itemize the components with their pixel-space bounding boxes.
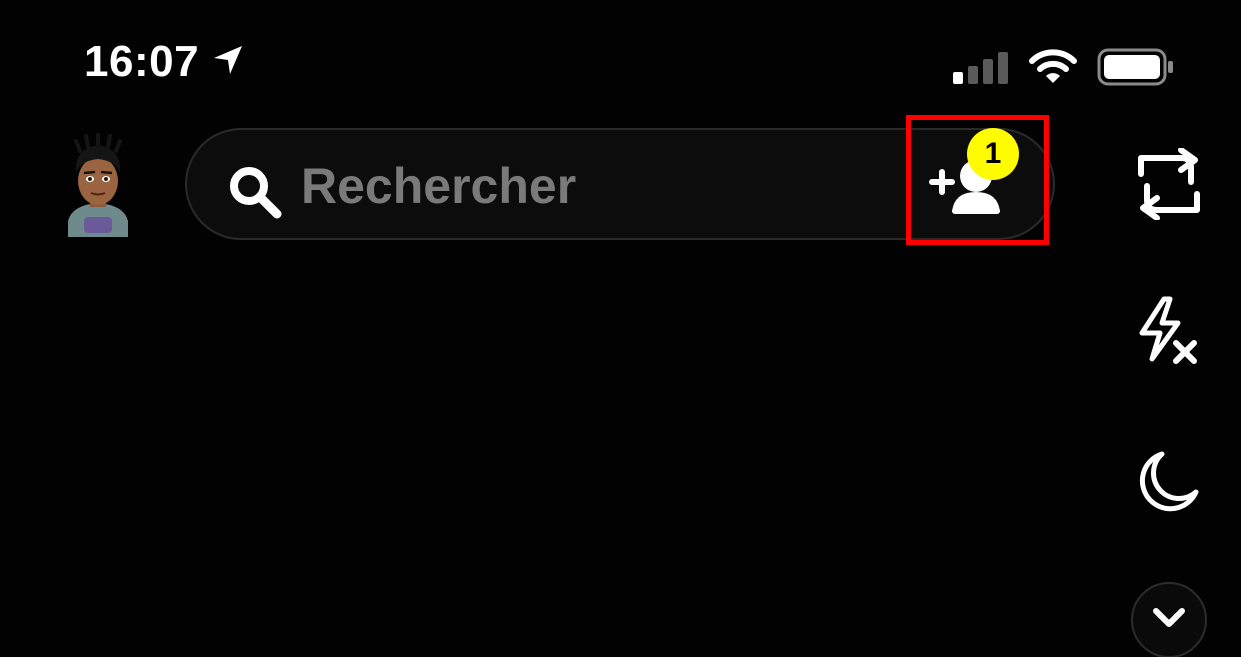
- location-arrow-icon: [211, 43, 245, 82]
- highlight-box: [906, 115, 1049, 245]
- camera-screen: 16:07 Rechercher 1: [0, 0, 1241, 657]
- search-icon: [227, 164, 283, 220]
- avatar[interactable]: [60, 132, 136, 237]
- status-bar-right: [953, 48, 1175, 91]
- wifi-icon: [1029, 49, 1077, 90]
- moon-icon[interactable]: [1136, 448, 1202, 514]
- status-bar-left: 16:07: [84, 40, 245, 84]
- flash-off-icon[interactable]: [1136, 295, 1202, 365]
- more-tools-button[interactable]: [1131, 582, 1207, 657]
- battery-icon: [1097, 48, 1175, 91]
- chevron-down-icon: [1152, 607, 1186, 634]
- search-placeholder: Rechercher: [301, 158, 577, 214]
- flip-camera-icon[interactable]: [1135, 147, 1203, 221]
- cellular-signal-icon: [953, 50, 1009, 89]
- status-time: 16:07: [84, 37, 200, 86]
